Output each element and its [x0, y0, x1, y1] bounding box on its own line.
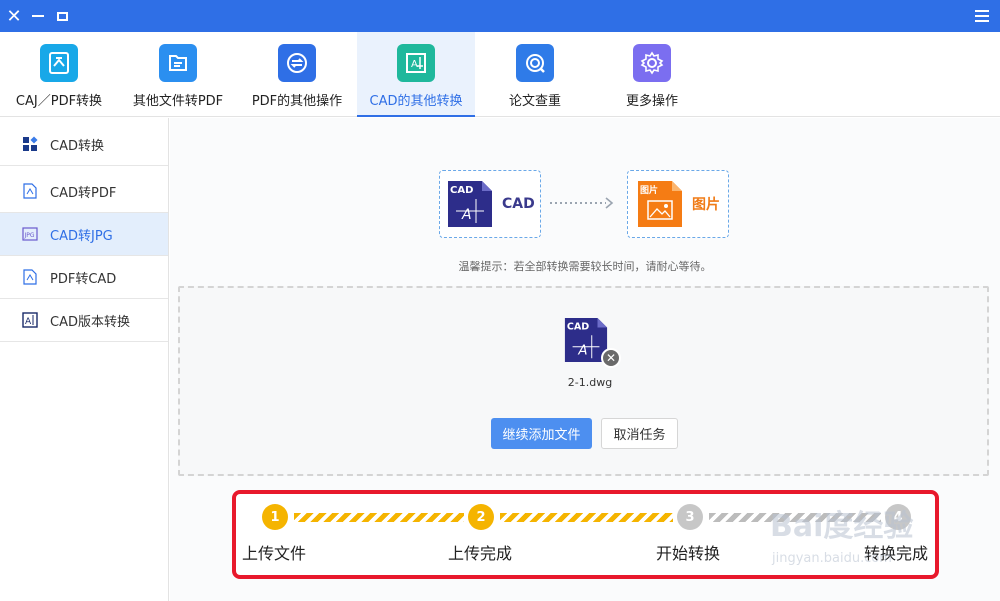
sidebar-item-label: CAD转JPG: [50, 228, 113, 244]
cancel-task-button[interactable]: 取消任务: [601, 418, 678, 449]
progress-bar-segment: [709, 513, 881, 522]
tab-label: CAJ／PDF转换: [15, 94, 103, 109]
tab-label: CAD的其他转换: [369, 94, 463, 109]
pdf-file-icon: [22, 269, 38, 285]
thesis-check-icon: [516, 44, 554, 82]
sidebar-item-label: CAD转PDF: [50, 185, 117, 201]
sidebar-item-label: CAD转换: [50, 138, 104, 154]
source-format-box: CAD A CAD: [439, 170, 541, 238]
jpg-file-icon: JPG: [22, 226, 38, 242]
top-nav: CAJ／PDF转换 其他文件转PDF PDF的其他操作 A CAD的其他转换 论…: [0, 32, 1000, 117]
svg-text:CAD: CAD: [450, 185, 473, 196]
tab-caj-pdf[interactable]: CAJ／PDF转换: [0, 32, 118, 117]
progress-bar-segment: [294, 513, 464, 522]
progress-bar-segment: [500, 513, 673, 522]
svg-text:A: A: [25, 317, 32, 327]
title-bar: ✕: [0, 0, 1000, 32]
maximize-icon[interactable]: [50, 0, 74, 32]
sidebar-item-pdf-to-cad[interactable]: PDF转CAD: [0, 256, 168, 299]
svg-text:CAD: CAD: [567, 321, 589, 332]
file-name: 2-1.dwg: [567, 376, 613, 389]
step-3-label: 开始转换: [656, 544, 721, 563]
tab-pdf-other[interactable]: PDF的其他操作: [238, 32, 356, 117]
add-more-files-button[interactable]: 继续添加文件: [491, 418, 592, 449]
cad-frame-icon: A: [397, 44, 435, 82]
tab-label: 论文查重: [508, 94, 561, 109]
cad-file-icon: CAD A: [448, 181, 492, 227]
cad-version-icon: A: [22, 312, 38, 328]
pdf-swap-icon: [278, 44, 316, 82]
remove-file-close-icon[interactable]: ✕: [601, 348, 621, 368]
tab-more[interactable]: 更多操作: [593, 32, 711, 117]
step-4-label: 转换完成: [864, 544, 929, 563]
tab-thesis-check[interactable]: 论文查重: [476, 32, 594, 117]
sidebar-item-cad-version[interactable]: A CAD版本转换: [0, 299, 168, 342]
close-icon[interactable]: ✕: [2, 0, 26, 32]
tab-label: 更多操作: [625, 94, 678, 109]
caj-pdf-convert-icon: [40, 44, 78, 82]
svg-text:A: A: [411, 59, 418, 70]
sidebar: CAD转换 CAD转PDF JPG CAD转JPG PDF转CAD A CAD版…: [0, 118, 169, 601]
file-to-pdf-icon: [159, 44, 197, 82]
minimize-icon[interactable]: [26, 0, 50, 32]
step-2-circle: 2: [468, 504, 494, 530]
hint-text: 温馨提示：若全部转换需要较长时间，请耐心等待。: [458, 260, 712, 273]
tab-label: 其他文件转PDF: [132, 94, 224, 109]
main-panel: CAD A CAD 图片 图片 温馨提示：若全部转换需要较长时间，请耐心等待。 …: [170, 118, 1000, 601]
image-file-icon: 图片: [638, 181, 682, 227]
pdf-file-icon: [22, 183, 38, 199]
grid-apps-icon: [22, 136, 38, 152]
tab-label: PDF的其他操作: [251, 94, 343, 109]
step-3-circle: 3: [677, 504, 703, 530]
svg-text:A: A: [577, 343, 587, 358]
sidebar-item-cad-to-jpg[interactable]: JPG CAD转JPG: [0, 213, 168, 256]
target-format-box: 图片 图片: [627, 170, 729, 238]
tab-file-to-pdf[interactable]: 其他文件转PDF: [119, 32, 237, 117]
target-format-label: 图片: [692, 197, 720, 213]
sidebar-item-label: PDF转CAD: [50, 271, 117, 287]
step-2-label: 上传完成: [448, 544, 513, 563]
file-item[interactable]: CAD A ✕ 2-1.dwg: [560, 313, 621, 393]
svg-text:A: A: [461, 207, 472, 223]
svg-text:JPG: JPG: [24, 232, 35, 239]
step-4-circle: 4: [885, 504, 911, 530]
svg-text:图片: 图片: [640, 184, 658, 196]
sidebar-item-cad-to-pdf[interactable]: CAD转PDF: [0, 170, 168, 213]
sidebar-item-label: CAD版本转换: [50, 314, 130, 330]
gear-icon: [633, 44, 671, 82]
convert-arrow-icon: [550, 197, 614, 209]
source-format-label: CAD: [502, 196, 535, 212]
step-1-circle: 1: [262, 504, 288, 530]
progress-steps: 1 2 3 4 上传文件 上传完成 开始转换 转换完成: [232, 490, 939, 579]
tab-cad-other[interactable]: A CAD的其他转换: [357, 32, 475, 117]
file-dropzone[interactable]: CAD A ✕ 2-1.dwg 继续添加文件 取消任务: [178, 286, 989, 476]
sidebar-item-cad-convert[interactable]: CAD转换: [0, 123, 168, 166]
step-1-label: 上传文件: [242, 544, 307, 563]
hamburger-menu-icon[interactable]: [970, 0, 994, 32]
